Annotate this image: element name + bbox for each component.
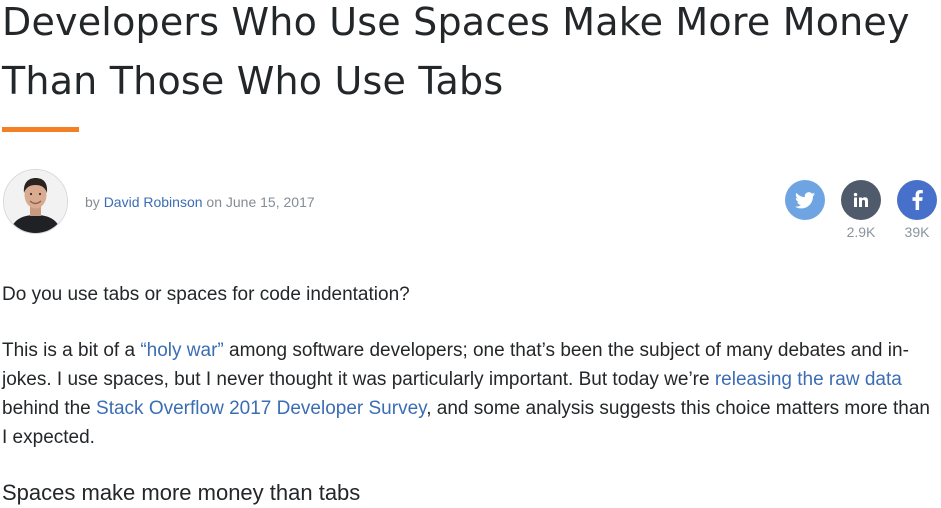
author-avatar[interactable] [3,169,68,234]
publish-date: June 15, 2017 [225,194,315,210]
holy-war-link[interactable]: “holy war” [140,340,223,361]
article-title-line-1: Developers Who Use Spaces Make More Mone… [2,0,910,44]
linkedin-icon [853,192,868,207]
twitter-share-button[interactable] [785,180,825,220]
linkedin-share-button[interactable] [841,180,881,220]
facebook-share-button[interactable] [897,180,937,220]
byline: by David Robinson on June 15, 2017 [85,194,315,210]
paragraph-text: behind the [2,398,97,419]
section-heading: Spaces make more money than tabs [2,480,361,505]
linkedin-share-count: 2.9K [846,224,876,240]
developer-survey-link[interactable]: Stack Overflow 2017 Developer Survey [96,398,426,419]
body-paragraph: This is a bit of a “holy war” among soft… [2,336,932,452]
author-portrait-icon [4,170,67,233]
article-title-line-2: Than Those Who Use Tabs [2,59,504,103]
facebook-icon [912,190,923,210]
intro-paragraph: Do you use tabs or spaces for code inden… [2,284,410,305]
article-title: Developers Who Use Spaces Make More Mone… [2,0,937,111]
facebook-share-count: 39K [904,224,930,240]
paragraph-text: This is a bit of a [2,340,141,361]
author-link[interactable]: David Robinson [104,194,203,210]
byline-prefix: by [85,194,100,210]
byline-connector: on [206,194,222,210]
raw-data-link[interactable]: releasing the raw data [715,369,902,390]
title-accent-rule [2,127,79,132]
twitter-icon [795,191,815,208]
